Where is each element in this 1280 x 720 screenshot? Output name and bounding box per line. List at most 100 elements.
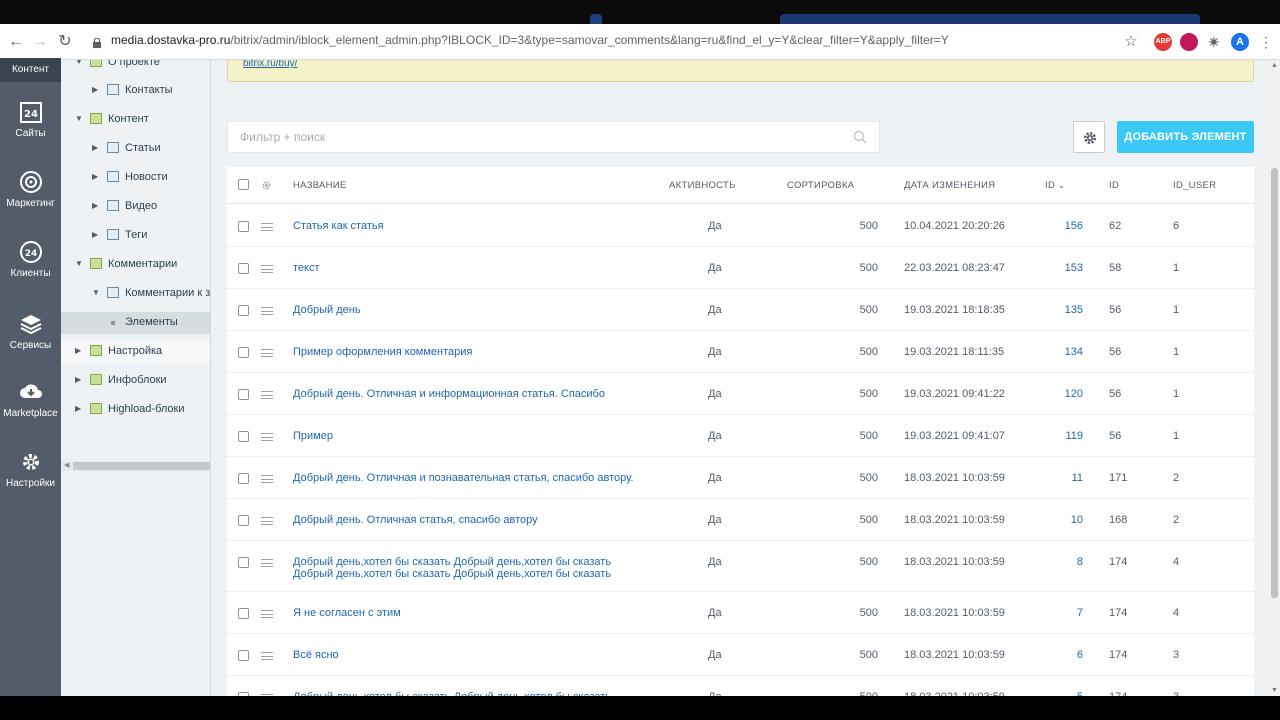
tree-item-setup[interactable]: ▶ Настройка xyxy=(61,341,210,363)
row-name-link[interactable]: Добрый день xyxy=(293,304,653,316)
row-id-link[interactable]: 6 xyxy=(1043,649,1083,661)
table-row[interactable]: Добрый день,хотел бы сказать Добрый день… xyxy=(227,541,1254,592)
column-header-sort[interactable]: СОРТИРОВКА xyxy=(787,180,854,191)
rail-item-settings[interactable]: Настройки xyxy=(0,450,61,489)
active-tab-remnant[interactable] xyxy=(780,14,1200,24)
row-id-link[interactable]: 135 xyxy=(1043,304,1083,316)
rail-item-sites[interactable]: 24 Сайты xyxy=(0,100,61,139)
row-menu-icon[interactable] xyxy=(261,223,273,231)
table-row[interactable]: Пример Да 500 19.03.2021 09:41:07 119 56 1 xyxy=(227,415,1254,457)
row-id-link[interactable]: 120 xyxy=(1043,388,1083,400)
row-menu-icon[interactable] xyxy=(261,652,273,660)
row-menu-icon[interactable] xyxy=(261,433,273,441)
scroll-left-icon[interactable]: ◀ xyxy=(64,461,69,469)
adblock-extension-icon[interactable]: ABP xyxy=(1154,33,1172,51)
row-name-link[interactable]: Добрый день. Отличная статья, спасибо ав… xyxy=(293,514,653,526)
row-id-link[interactable]: 156 xyxy=(1043,220,1083,232)
chevron-down-icon[interactable]: ▼ xyxy=(75,259,83,268)
row-menu-icon[interactable] xyxy=(261,475,273,483)
column-header-date[interactable]: ДАТА ИЗМЕНЕНИЯ xyxy=(904,180,995,191)
column-settings-gear-icon[interactable] xyxy=(261,180,272,191)
row-id-link[interactable]: 8 xyxy=(1043,556,1083,568)
chevron-right-icon[interactable]: ▶ xyxy=(92,201,98,210)
table-row[interactable]: Статья как статья Да 500 10.04.2021 20:20:2… xyxy=(227,205,1254,247)
profile-avatar[interactable]: A xyxy=(1231,33,1249,51)
bookmark-star-icon[interactable]: ☆ xyxy=(1121,32,1141,52)
tree-item-articles[interactable]: ▶ Статьи xyxy=(61,138,210,160)
table-row[interactable]: Всё ясно Да 500 18.03.2021 10:03:59 6 174 3 xyxy=(227,634,1254,676)
rail-item-marketing[interactable]: Маркетинг xyxy=(0,170,61,209)
table-row[interactable]: текст Да 500 22.03.2021 08:23:47 153 58 1 xyxy=(227,247,1254,289)
row-menu-icon[interactable] xyxy=(261,265,273,273)
grid-settings-button[interactable] xyxy=(1073,121,1105,153)
row-name-link[interactable]: Добрый день,хотел бы сказать Добрый день… xyxy=(293,556,653,580)
row-name-link[interactable]: Пример оформления комментария xyxy=(293,346,653,358)
tree-item-comments[interactable]: ▼ Комментарии xyxy=(61,254,210,276)
row-checkbox[interactable] xyxy=(238,473,249,484)
chevron-right-icon[interactable]: ▶ xyxy=(92,143,98,152)
column-header-active[interactable]: АКТИВНОСТЬ xyxy=(669,180,736,191)
tree-item-content[interactable]: ▼ Контент xyxy=(61,109,210,131)
rail-item-services[interactable]: Сервисы xyxy=(0,312,61,351)
row-menu-icon[interactable] xyxy=(261,391,273,399)
table-row[interactable]: Я не согласен с этим Да 500 18.03.2021 10:0… xyxy=(227,592,1254,634)
tree-item-infoblocks[interactable]: ▶ Инфоблоки xyxy=(61,370,210,392)
url-field[interactable]: media.dostavka-pro.ru/bitrix/admin/ibloc… xyxy=(111,33,949,47)
row-name-link[interactable]: текст xyxy=(293,262,653,274)
select-all-checkbox[interactable] xyxy=(238,179,249,190)
chevron-right-icon[interactable]: ▶ xyxy=(75,375,81,384)
row-menu-icon[interactable] xyxy=(261,559,273,567)
table-row[interactable]: Пример оформления комментария Да 500 19.03.… xyxy=(227,331,1254,373)
row-checkbox[interactable] xyxy=(238,557,249,568)
tree-item-elements[interactable]: Элементы xyxy=(61,312,210,334)
row-menu-icon[interactable] xyxy=(261,307,273,315)
row-checkbox[interactable] xyxy=(238,389,249,400)
tree-item-comments-to-articles[interactable]: ▼ Комментарии к за xyxy=(61,283,210,305)
column-header-id2[interactable]: ID xyxy=(1109,180,1119,191)
filter-search-box[interactable] xyxy=(227,121,880,153)
chevron-right-icon[interactable]: ▶ xyxy=(75,346,81,355)
table-row[interactable]: Добрый день. Отличная и познавательная с… xyxy=(227,457,1254,499)
chevron-down-icon[interactable]: ▼ xyxy=(92,288,100,297)
row-id-link[interactable]: 153 xyxy=(1043,262,1083,274)
chevron-down-icon[interactable]: ▼ xyxy=(75,60,83,66)
column-header-id[interactable]: ID ⌄ xyxy=(1045,180,1065,191)
tree-item-highload[interactable]: ▶ Highload-блоки xyxy=(61,399,210,421)
chevron-down-icon[interactable]: ▼ xyxy=(75,114,83,123)
row-menu-icon[interactable] xyxy=(261,517,273,525)
row-name-link[interactable]: Я не согласен с этим xyxy=(293,607,653,619)
row-checkbox[interactable] xyxy=(238,431,249,442)
rail-item-clients[interactable]: 24 Клиенты xyxy=(0,240,61,279)
chevron-right-icon[interactable]: ▶ xyxy=(92,85,98,94)
row-name-link[interactable]: Добрый день. Отличная и информационная с… xyxy=(293,388,653,400)
column-header-name[interactable]: НАЗВАНИЕ xyxy=(293,180,347,191)
row-id-link[interactable]: 7 xyxy=(1043,607,1083,619)
rail-item-content[interactable]: Контент xyxy=(0,58,61,82)
puzzle-extensions-icon[interactable]: ✴ xyxy=(1205,33,1223,51)
row-checkbox[interactable] xyxy=(238,221,249,232)
add-element-button[interactable]: ДОБАВИТЬ ЭЛЕМЕНТ xyxy=(1117,121,1254,153)
table-row[interactable]: Добрый день. Отличная статья, спасибо ав… xyxy=(227,499,1254,541)
page-vertical-scrollbar[interactable]: ▲ ▼ xyxy=(1269,60,1280,696)
browser-menu-icon[interactable]: ⋮ xyxy=(1256,32,1276,52)
scrollbar-thumb[interactable] xyxy=(1271,168,1278,598)
row-checkbox[interactable] xyxy=(238,305,249,316)
row-checkbox[interactable] xyxy=(238,650,249,661)
row-checkbox[interactable] xyxy=(238,608,249,619)
column-header-id-user[interactable]: ID_USER xyxy=(1173,180,1216,191)
row-menu-icon[interactable] xyxy=(261,349,273,357)
tree-item-video[interactable]: ▶ Видео xyxy=(61,196,210,218)
chevron-right-icon[interactable]: ▶ xyxy=(75,404,81,413)
chevron-right-icon[interactable]: ▶ xyxy=(92,230,98,239)
tree-item-about[interactable]: ▼ О проекте xyxy=(61,60,210,74)
row-name-link[interactable]: Добрый день. Отличная и познавательная с… xyxy=(293,472,653,484)
row-name-link[interactable]: Статья как статья xyxy=(293,220,653,232)
row-checkbox[interactable] xyxy=(238,347,249,358)
scrollbar-thumb[interactable] xyxy=(73,462,210,470)
row-checkbox[interactable] xyxy=(238,515,249,526)
row-checkbox[interactable] xyxy=(238,263,249,274)
chevron-right-icon[interactable]: ▶ xyxy=(92,172,98,181)
tree-horizontal-scrollbar[interactable]: ◀ xyxy=(61,461,210,471)
tree-item-contacts[interactable]: ▶ Контакты xyxy=(61,80,210,102)
buy-link[interactable]: bitrix.ru/buy/ xyxy=(243,60,297,69)
